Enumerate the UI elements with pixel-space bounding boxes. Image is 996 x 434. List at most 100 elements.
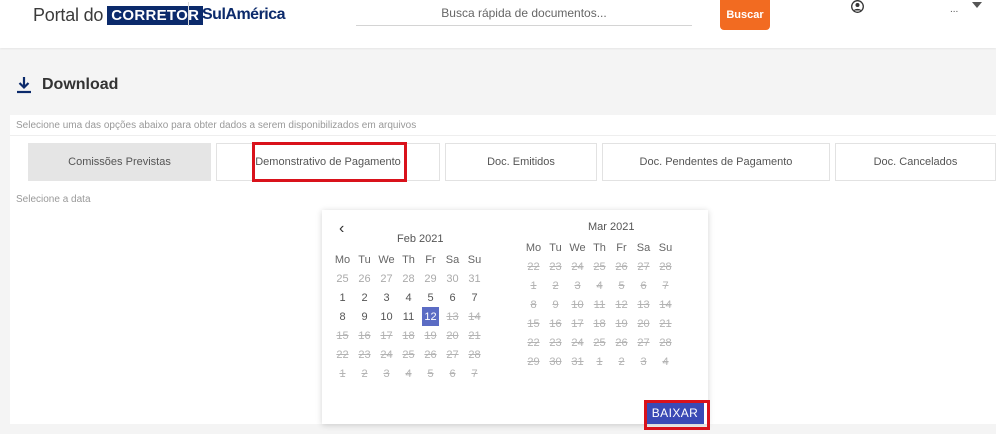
calendar-day: 21: [659, 317, 672, 330]
weekday-label: Su: [467, 253, 482, 266]
calendar-day: 21: [468, 329, 481, 342]
search-button[interactable]: Buscar: [720, 0, 770, 30]
chevron-down-icon[interactable]: [972, 2, 982, 8]
calendar-day: 19: [615, 317, 628, 330]
weekday-label: Mo: [525, 241, 542, 254]
calendar-day: 17: [380, 329, 393, 342]
calendar-day: 3: [383, 367, 390, 380]
chevron-left-icon[interactable]: ‹: [339, 220, 344, 238]
calendar-day[interactable]: 6: [444, 288, 461, 307]
calendar-day: 28: [402, 272, 415, 285]
user-avatar-icon[interactable]: [851, 0, 864, 13]
tab-doc-pendentes[interactable]: Doc. Pendentes de Pagamento: [602, 143, 830, 181]
page-heading: Download: [16, 76, 118, 94]
calendar-day: 29: [424, 272, 437, 285]
calendar-day[interactable]: 3: [378, 288, 395, 307]
calendar-day: 31: [571, 355, 584, 368]
calendar-day: 27: [380, 272, 393, 285]
calendar-day: 31: [468, 272, 481, 285]
calendar-day[interactable]: 4: [400, 288, 417, 307]
calendar-day: 13: [446, 310, 459, 323]
calendar-day: 7: [662, 279, 669, 292]
calendar-day: 24: [571, 336, 584, 349]
calendar-day: 3: [640, 355, 647, 368]
calendar-day: 22: [527, 336, 540, 349]
calendar-day: 4: [662, 355, 669, 368]
calendar-day-selected[interactable]: 12: [422, 307, 439, 326]
calendar-day: 14: [659, 298, 672, 311]
calendar-day: 1: [339, 367, 346, 380]
user-name[interactable]: ...: [950, 4, 958, 15]
calendar-day: 30: [446, 272, 459, 285]
calendar-day[interactable]: 5: [422, 288, 439, 307]
month-title-mar: Mar 2021: [588, 221, 635, 233]
calendar-day: 12: [615, 298, 628, 311]
tab-doc-emitidos[interactable]: Doc. Emitidos: [445, 143, 597, 181]
sulamerica-logo: SulAmérica: [202, 6, 286, 23]
weekday-label: Fr: [425, 253, 436, 266]
calendar-day: 23: [358, 348, 371, 361]
calendar-day: 20: [446, 329, 459, 342]
brand-portal-text: Portal do: [33, 4, 104, 25]
weekday-label: We: [378, 253, 395, 266]
weekday-label: Tu: [358, 253, 371, 266]
calendar-day: 26: [424, 348, 437, 361]
calendar-day: 5: [618, 279, 625, 292]
calendar-day: 9: [552, 298, 559, 311]
calendar-day: 23: [549, 260, 562, 273]
page-title: Download: [42, 76, 119, 93]
download-panel: Selecione uma das opções abaixo para obt…: [10, 115, 996, 430]
calendar-day: 30: [549, 355, 562, 368]
calendar-day: 20: [637, 317, 650, 330]
portal-logo[interactable]: Portal do CORRETOR: [33, 4, 204, 26]
calendar-day[interactable]: 8: [334, 307, 351, 326]
calendar-day[interactable]: 2: [356, 288, 373, 307]
calendar-day: 2: [361, 367, 368, 380]
calendar-day: 28: [659, 260, 672, 273]
calendar-day[interactable]: 10: [378, 307, 395, 326]
calendar-day: 27: [446, 348, 459, 361]
calendar-day: 2: [552, 279, 559, 292]
calendar-day: 25: [593, 260, 606, 273]
calendar-grid-mar: Mo Tu We Th Fr Sa Su 22 23 24 25 26 27 28 1 2 3 4 5 6 7 8 9 10 1…: [525, 238, 674, 371]
calendar-day[interactable]: 9: [356, 307, 373, 326]
calendar-day: 24: [571, 260, 584, 273]
calendar-day: 18: [402, 329, 415, 342]
calendar-day: 6: [640, 279, 647, 292]
calendar-day[interactable]: 7: [466, 288, 483, 307]
calendar-day: 22: [336, 348, 349, 361]
calendar-day: 3: [574, 279, 581, 292]
tab-doc-cancelados[interactable]: Doc. Cancelados: [835, 143, 996, 181]
calendar-day: 16: [549, 317, 562, 330]
search-input[interactable]: [356, 0, 692, 26]
weekday-label: Th: [402, 253, 415, 266]
weekday-label: Fr: [616, 241, 627, 254]
calendar-day[interactable]: 1: [334, 288, 351, 307]
calendar-day: 27: [637, 336, 650, 349]
calendar-day: 1: [596, 355, 603, 368]
calendar-grid-feb: Mo Tu We Th Fr Sa Su 25 26 27 28 29 30 31 1 2 3 4 5 6 7 8 9 10 1…: [334, 250, 483, 383]
date-label: Selecione a data: [16, 194, 91, 205]
weekday-label: Sa: [445, 253, 460, 266]
calendar-day: 2: [618, 355, 625, 368]
calendar-day: 25: [402, 348, 415, 361]
calendar-day: 26: [615, 260, 628, 273]
calendar-day: 25: [593, 336, 606, 349]
month-title-feb: Feb 2021: [397, 233, 444, 245]
tab-comissoes-previstas[interactable]: Comissões Previstas: [28, 143, 211, 181]
calendar-day: 5: [427, 367, 434, 380]
calendar-day: 1: [530, 279, 537, 292]
calendar-day: 6: [449, 367, 456, 380]
calendar-day[interactable]: 11: [400, 307, 417, 326]
calendar-day: 23: [549, 336, 562, 349]
calendar-day: 16: [358, 329, 371, 342]
divider: [10, 135, 996, 136]
calendar-day: 8: [530, 298, 537, 311]
calendar-day: 24: [380, 348, 393, 361]
calendar-day: 29: [527, 355, 540, 368]
weekday-label: Sa: [636, 241, 651, 254]
calendar-day: 26: [615, 336, 628, 349]
calendar-day: 4: [405, 367, 412, 380]
calendar-day: 17: [571, 317, 584, 330]
calendar-day: 28: [468, 348, 481, 361]
